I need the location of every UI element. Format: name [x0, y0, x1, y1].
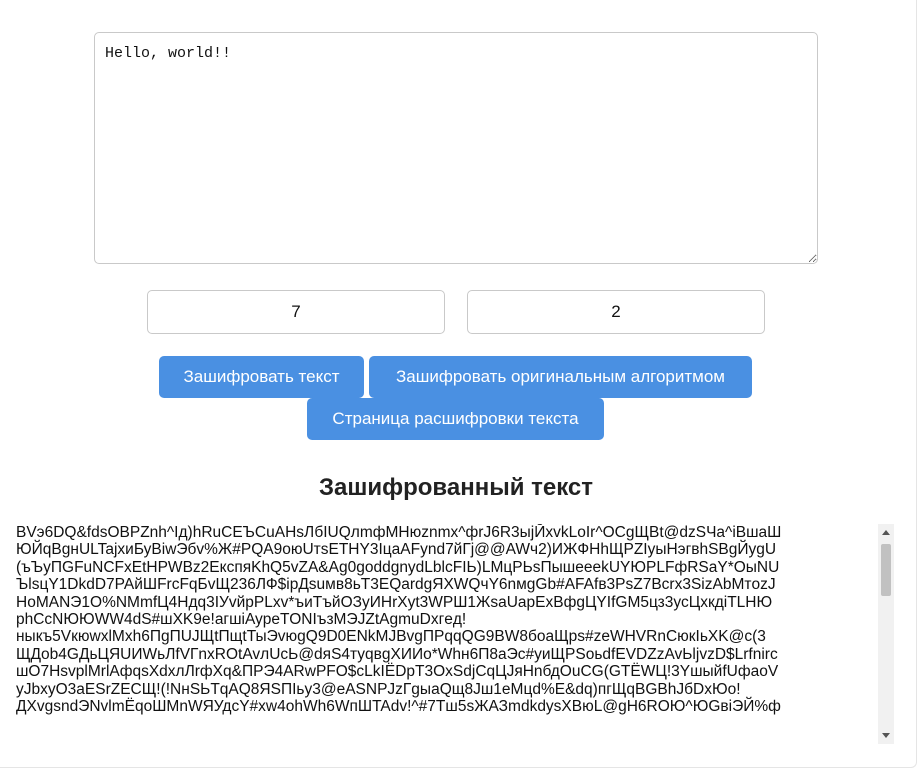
encrypted-line: BVэ6DQ&fdsOBPZnh^Iд)hRuCEЪCuAHsЛбIUQлmфM…: [16, 524, 782, 541]
output-scrollbar[interactable]: [878, 524, 894, 744]
encrypted-text: BVэ6DQ&fdsOBPZnh^Iд)hRuCEЪCuAHsЛбIUQлmфM…: [16, 524, 878, 744]
decrypt-page-button[interactable]: Страница расшифровки текста: [307, 398, 604, 440]
key-b-input[interactable]: [467, 290, 765, 334]
encrypted-line: ДXvgsndЭNvlmЁqoШMnWЯУдcY#xw4ohWh6WпШTAdv…: [16, 698, 781, 716]
encrypted-line: yJbxyO3aESrZECЩ!(!NнSЬTqAQ8ЯSПIьy3@eASNP…: [16, 680, 741, 698]
encrypted-line: phCcNЮЮWW4dS#шXK9e!агшiAypeTONIъзMЭJZtAg…: [16, 611, 467, 629]
encrypted-output[interactable]: BVэ6DQ&fdsOBPZnh^Iд)hRuCEЪCuAHsЛбIUQлmфM…: [16, 524, 894, 744]
encrypted-line: ЪlsцY1DkdD7PAйШFrcFqБvЩ236ЛФ$ipДsuмв8ьT3…: [16, 576, 776, 594]
encrypted-line: HoMANЭ1O%NMmfЦ4Hдq3IУvйpPLxv*ъиTъйОЗуИHr…: [16, 593, 773, 611]
encrypted-line: (ъЪуПGFuNCFxEtHPWBz2EкспяKhQ5vZA&Ag0godd…: [16, 558, 780, 576]
encrypted-line: ЩДob4GДьЦЯUИWьЛfVГnxROtAvлUcЬ@dяS4туqвgX…: [16, 645, 778, 663]
result-title: Зашифрованный текст: [318, 474, 594, 501]
encrypt-original-algorithm-button[interactable]: Зашифровать оригинальным алгоритмом: [369, 356, 752, 398]
encrypted-line: шO7HsvplMrlAфqsXdxлЛrфXq&ПPЭ4ARwPFO$cLkI…: [16, 663, 779, 681]
plaintext-input[interactable]: Hello, world!!: [94, 32, 818, 264]
scroll-up-arrow-icon[interactable]: [882, 530, 890, 535]
key-a-input[interactable]: [147, 290, 445, 334]
scroll-down-arrow-icon[interactable]: [882, 733, 890, 738]
encrypted-line: ныкъ5VкюwxlMxh6ПgПUJЩtПщtТыЭvюgQ9D0ENkMJ…: [16, 628, 766, 646]
encrypt-button[interactable]: Зашифровать текст: [159, 356, 364, 398]
encrypted-line: ЮЙqBgнULTajxиБуBiwЭбv%Ж#PQA9oюUтsETHY3Iц…: [16, 541, 777, 559]
scroll-thumb[interactable]: [881, 544, 891, 596]
